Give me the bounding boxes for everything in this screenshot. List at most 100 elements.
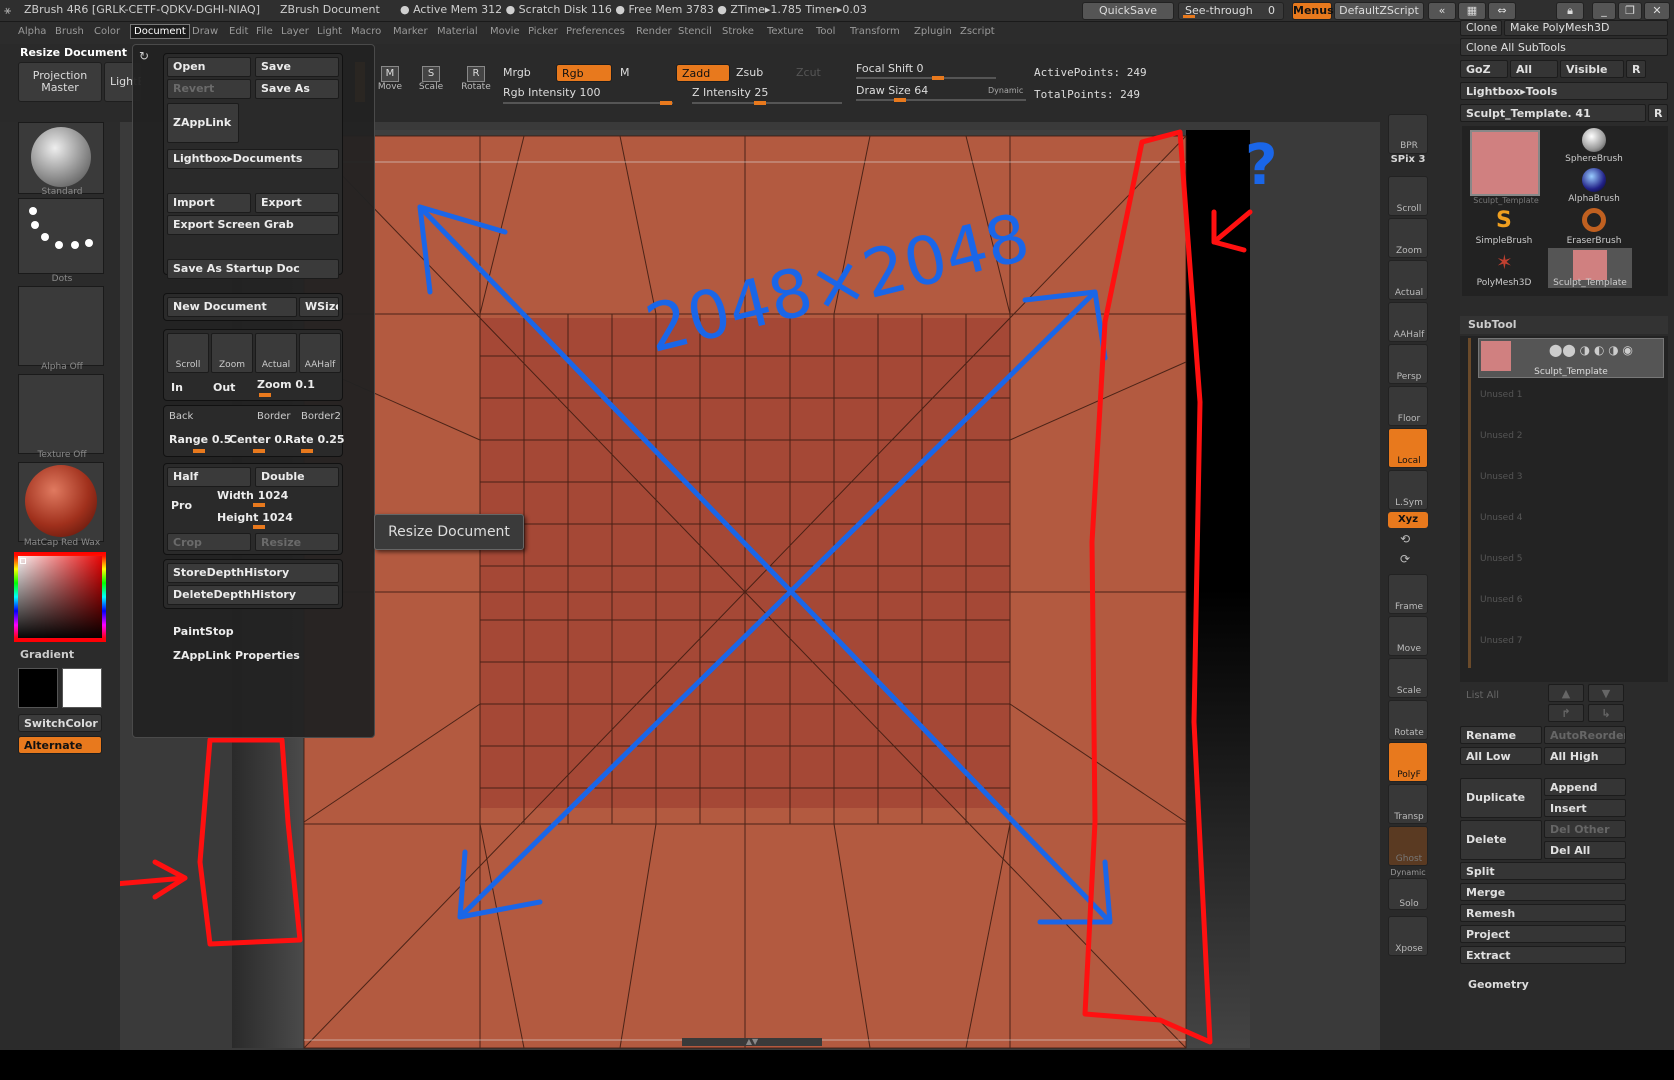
menu-file[interactable]: File bbox=[256, 26, 273, 37]
border2-button[interactable]: Border2 bbox=[301, 411, 341, 422]
crop-button[interactable]: Crop bbox=[167, 533, 251, 551]
texture-thumbnail[interactable] bbox=[18, 374, 104, 454]
subtool-header[interactable]: SubTool bbox=[1460, 316, 1668, 334]
goz-button[interactable]: GoZ bbox=[1460, 60, 1508, 78]
tool-r-button[interactable]: R bbox=[1648, 104, 1668, 122]
lock-icon[interactable]: 🔒︎ bbox=[1556, 2, 1584, 20]
alpha-thumbnail[interactable] bbox=[18, 286, 104, 366]
bottom-shelf-toggle[interactable]: ▲▼ bbox=[682, 1038, 822, 1046]
aahalf-view-button[interactable]: AAHalf bbox=[1388, 302, 1428, 342]
width-slider[interactable]: Width 1024 bbox=[217, 489, 288, 502]
menu-color[interactable]: Color bbox=[94, 26, 120, 37]
zoom-knob[interactable] bbox=[259, 393, 271, 397]
menu-alpha[interactable]: Alpha bbox=[18, 26, 46, 37]
menu-zplugin[interactable]: Zplugin bbox=[914, 26, 952, 37]
brush-thumbnail[interactable] bbox=[18, 122, 104, 194]
list-all-button[interactable]: List All bbox=[1466, 690, 1499, 701]
move-down-button[interactable]: ▼ bbox=[1588, 684, 1624, 702]
save-button[interactable]: Save bbox=[255, 57, 339, 77]
width-knob[interactable] bbox=[253, 503, 265, 507]
new-document-button[interactable]: New Document bbox=[167, 297, 297, 317]
switchcolor-button[interactable]: SwitchColor bbox=[18, 714, 102, 732]
secondary-color-swatch[interactable] bbox=[62, 668, 102, 708]
lightbox-tools-button[interactable]: Lightbox▸Tools bbox=[1460, 82, 1668, 100]
polyf-button[interactable]: PolyF bbox=[1388, 742, 1428, 782]
focal-shift-knob[interactable] bbox=[932, 76, 944, 80]
hue-ring[interactable] bbox=[14, 552, 106, 642]
spherebrush-icon[interactable] bbox=[1582, 128, 1606, 152]
rgb-button[interactable]: Rgb bbox=[556, 64, 612, 82]
visible-button[interactable]: Visible bbox=[1560, 60, 1624, 78]
rgb-intensity-knob[interactable] bbox=[660, 101, 672, 105]
menu-render[interactable]: Render bbox=[636, 26, 672, 37]
rotate-view-button[interactable]: Rotate bbox=[1388, 700, 1428, 740]
import-button[interactable]: Import bbox=[167, 193, 251, 213]
goz-all-button[interactable]: All bbox=[1510, 60, 1558, 78]
move-bottom-button[interactable]: ↳ bbox=[1588, 704, 1624, 722]
focal-shift-slider[interactable]: Focal Shift 0 bbox=[856, 62, 924, 75]
menu-marker[interactable]: Marker bbox=[393, 26, 428, 37]
material-thumbnail[interactable] bbox=[18, 462, 104, 542]
polymesh3d-icon[interactable]: ✶ bbox=[1496, 250, 1513, 274]
move-view-button[interactable]: Move bbox=[1388, 616, 1428, 656]
move-up-button[interactable]: ▲ bbox=[1548, 684, 1584, 702]
simplebrush-icon[interactable]: S bbox=[1496, 208, 1512, 233]
out-button[interactable]: Out bbox=[213, 381, 235, 394]
z-intensity-slider[interactable]: Z Intensity 25 bbox=[692, 86, 768, 99]
move-top-button[interactable]: ↱ bbox=[1548, 704, 1584, 722]
range-knob[interactable] bbox=[193, 449, 205, 453]
menu-document[interactable]: Document bbox=[130, 24, 190, 39]
scroll-view-button[interactable]: Scroll bbox=[1388, 176, 1428, 216]
menu-texture[interactable]: Texture bbox=[767, 26, 804, 37]
default-zscript-button[interactable]: DefaultZScript bbox=[1334, 2, 1424, 20]
scale-tool[interactable]: S Scale bbox=[416, 66, 446, 100]
doc-aahalf-button[interactable]: AAHalf bbox=[299, 333, 341, 373]
menu-movie[interactable]: Movie bbox=[490, 26, 520, 37]
lightbox-documents-button[interactable]: Lightbox▸Documents bbox=[167, 149, 339, 169]
zoom-view-button[interactable]: Zoom bbox=[1388, 218, 1428, 258]
make-polymesh-button[interactable]: Make PolyMesh3D bbox=[1504, 20, 1668, 36]
del-all-button[interactable]: Del All bbox=[1544, 841, 1626, 859]
export-button[interactable]: Export bbox=[255, 193, 339, 213]
spix-slider[interactable]: SPix 3 bbox=[1388, 154, 1428, 165]
refresh-icon[interactable]: ↻ bbox=[139, 49, 149, 63]
menu-zscript[interactable]: Zscript bbox=[960, 26, 995, 37]
zcut-button[interactable]: Zcut bbox=[796, 66, 821, 79]
center-knob[interactable] bbox=[253, 449, 265, 453]
export-screen-grab-button[interactable]: Export Screen Grab bbox=[167, 215, 339, 235]
alternate-button[interactable]: Alternate bbox=[18, 736, 102, 754]
bpr-button[interactable]: BPR bbox=[1388, 114, 1428, 154]
menus-button[interactable]: Menus bbox=[1292, 2, 1334, 20]
restore-icon[interactable]: ❐ bbox=[1618, 2, 1642, 20]
color-picker[interactable] bbox=[14, 552, 106, 642]
current-tool-slider[interactable]: Sculpt_Template. 41 bbox=[1460, 104, 1646, 122]
z-intensity-knob[interactable] bbox=[754, 101, 766, 105]
store-depth-history-button[interactable]: StoreDepthHistory bbox=[167, 563, 339, 583]
menu-tool[interactable]: Tool bbox=[816, 26, 835, 37]
frame-button[interactable]: Frame bbox=[1388, 574, 1428, 614]
del-other-button[interactable]: Del Other bbox=[1544, 820, 1626, 838]
range-slider[interactable]: Range 0.5 bbox=[169, 433, 231, 446]
doc-scroll-button[interactable]: Scroll bbox=[167, 333, 209, 373]
menu-preferences[interactable]: Preferences bbox=[566, 26, 625, 37]
menu-brush[interactable]: Brush bbox=[55, 26, 84, 37]
goz-r-button[interactable]: R bbox=[1626, 60, 1646, 78]
doc-zoom-button[interactable]: Zoom bbox=[211, 333, 253, 373]
panel-icon[interactable]: « bbox=[1428, 2, 1456, 20]
zsub-button[interactable]: Zsub bbox=[736, 66, 763, 79]
back-color-button[interactable]: Back bbox=[169, 411, 193, 422]
subtool-scrollbar[interactable] bbox=[1468, 338, 1471, 668]
actual-view-button[interactable]: Actual bbox=[1388, 260, 1428, 300]
eraserbrush-icon[interactable] bbox=[1582, 208, 1606, 232]
rotate-tool[interactable]: R Rotate bbox=[458, 66, 494, 100]
center-slider[interactable]: Center 0. bbox=[229, 433, 286, 446]
menu-light[interactable]: Light bbox=[317, 26, 342, 37]
append-button[interactable]: Append bbox=[1544, 778, 1626, 796]
close-icon[interactable]: ✕ bbox=[1644, 2, 1670, 20]
paintstop-button[interactable]: PaintStop bbox=[173, 625, 234, 638]
menu-stroke[interactable]: Stroke bbox=[722, 26, 754, 37]
menu-edit[interactable]: Edit bbox=[229, 26, 248, 37]
persp-button[interactable]: Persp bbox=[1388, 344, 1428, 384]
draw-size-slider[interactable]: Draw Size 64 bbox=[856, 84, 928, 97]
ghost-button[interactable]: Ghost bbox=[1388, 826, 1428, 866]
